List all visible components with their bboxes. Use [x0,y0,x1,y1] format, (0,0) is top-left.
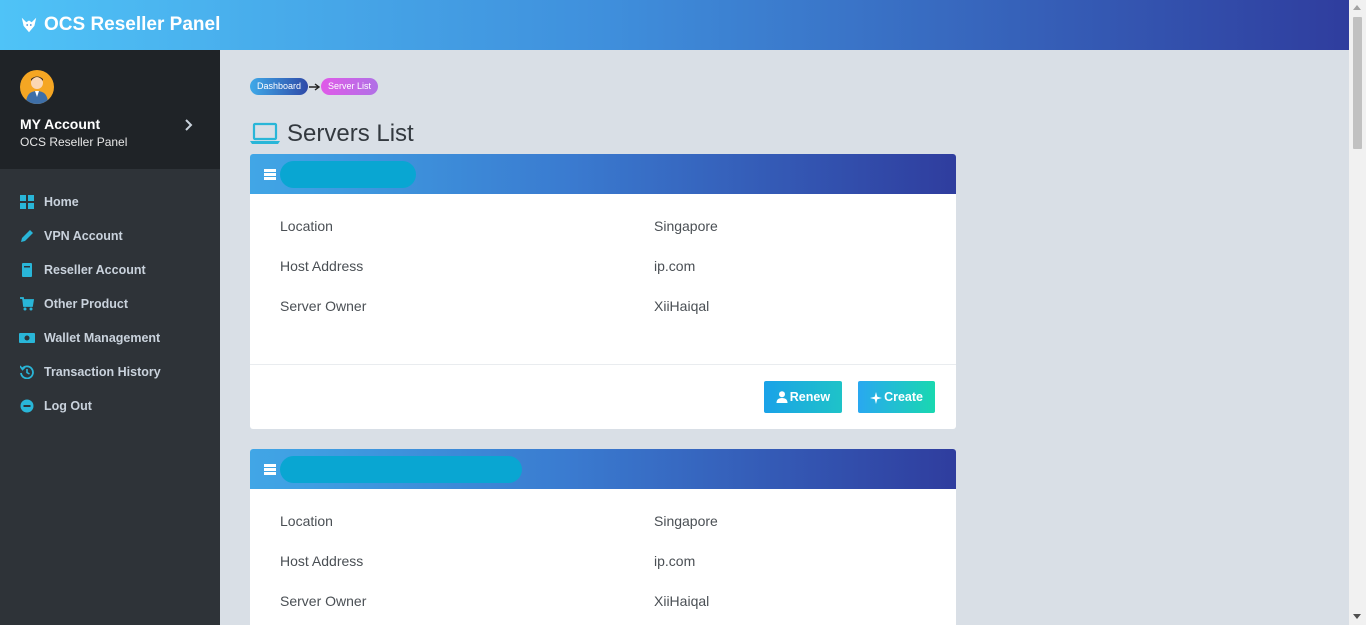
field-value: ip.com [654,258,696,274]
server-card: Location Singapore Host Address ip.com S… [250,449,956,625]
server-icon [264,168,276,180]
breadcrumb-server-list[interactable]: Server List [321,78,379,95]
sidebar-nav: Home VPN Account Reseller Account Other … [0,169,220,423]
page-title-row: Servers List [250,114,956,154]
app-title[interactable]: OCS Reseller Panel [44,14,220,36]
breadcrumb: Dashboard Server List [250,78,956,95]
sidebar-item-home[interactable]: Home [0,185,220,219]
server-card-footer: Renew Create [250,364,956,429]
field-value: Singapore [654,513,718,529]
pencil-icon [19,228,35,244]
field-value: ip.com [654,553,696,569]
server-card-header [250,154,956,194]
field-label: Server Owner [280,298,367,314]
vertical-scrollbar[interactable] [1349,0,1366,625]
avatar [20,70,54,104]
sidebar-item-transaction-history[interactable]: Transaction History [0,355,220,389]
field-label: Location [280,218,333,234]
account-subtitle: OCS Reseller Panel [20,135,128,149]
redacted-server-name [280,160,416,188]
sidebar-item-reseller-account[interactable]: Reseller Account [0,253,220,287]
server-card: Location Singapore Host Address ip.com S… [250,154,956,429]
account-panel[interactable]: MY Account OCS Reseller Panel [0,50,220,169]
sidebar-item-other-product[interactable]: Other Product [0,287,220,321]
server-field-row: Server Owner XiiHaiqal [280,593,926,625]
sidebar-item-log-out[interactable]: Log Out [0,389,220,423]
home-grid-icon [19,194,35,210]
user-icon [776,391,788,403]
server-field-row: Host Address ip.com [280,553,926,593]
field-label: Host Address [280,258,364,274]
create-button[interactable]: Create [858,381,935,413]
user-avatar-icon [26,76,48,104]
account-name: MY Account [20,116,101,132]
server-card-body: Location Singapore Host Address ip.com S… [250,194,956,364]
field-label: Host Address [280,553,364,569]
book-icon [19,262,35,278]
sidebar-item-vpn-account[interactable]: VPN Account [0,219,220,253]
chevron-right-icon[interactable] [184,118,194,132]
sidebar-item-label: Transaction History [44,365,161,379]
server-field-row: Host Address ip.com [280,258,926,298]
server-card-header [250,449,956,489]
sidebar-item-label: Other Product [44,297,129,311]
sidebar: MY Account OCS Reseller Panel Home VPN A… [0,50,220,625]
redacted-server-name [280,455,522,483]
sidebar-item-label: Reseller Account [44,263,146,277]
sidebar-item-label: Log Out [44,399,92,413]
cart-icon [19,296,35,312]
field-value: XiiHaiqal [654,593,710,609]
main-content: Dashboard Server List Servers List Locat… [250,50,956,625]
laptop-icon [250,122,280,146]
top-header: OCS Reseller Panel [0,0,1349,50]
breadcrumb-dashboard[interactable]: Dashboard [250,78,309,95]
sidebar-item-label: Home [44,195,79,209]
wallet-icon [19,330,35,346]
server-icon [264,463,276,475]
field-label: Location [280,513,333,529]
sidebar-item-label: VPN Account [44,229,123,243]
create-button-label: Create [884,390,923,404]
server-field-row: Location Singapore [280,513,926,553]
server-field-row: Server Owner XiiHaiqal [280,298,926,364]
renew-button[interactable]: Renew [763,381,843,413]
renew-button-label: Renew [789,390,831,404]
field-value: XiiHaiqal [654,298,710,314]
scroll-up-arrow-icon[interactable] [1353,5,1361,10]
scrollbar-thumb[interactable] [1353,17,1362,149]
wolf-logo-icon [20,16,38,34]
minus-circle-icon [19,398,35,414]
field-label: Server Owner [280,593,367,609]
field-value: Singapore [654,218,718,234]
sidebar-item-wallet-management[interactable]: Wallet Management [0,321,220,355]
sidebar-item-label: Wallet Management [44,331,161,345]
arrow-right-icon [309,82,321,92]
page-title: Servers List [287,120,414,147]
history-icon [19,364,35,380]
magic-sparkle-icon [870,391,883,404]
server-card-body: Location Singapore Host Address ip.com S… [250,489,956,625]
scroll-down-arrow-icon[interactable] [1353,614,1361,619]
server-field-row: Location Singapore [280,218,926,258]
